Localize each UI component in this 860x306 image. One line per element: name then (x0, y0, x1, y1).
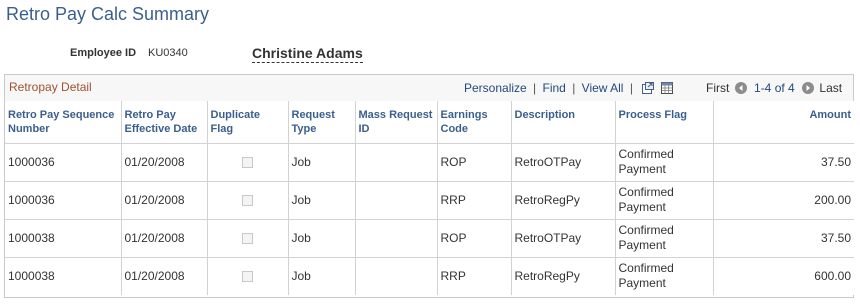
duplicate-flag-checkbox (242, 270, 253, 282)
request-type-cell: Job (288, 143, 356, 182)
view-all-link[interactable]: View All (582, 81, 624, 95)
table-row: 1000036 01/20/2008 Job ROP RetroOTPay Co… (5, 143, 854, 182)
duplicate-flag-checkbox (242, 194, 253, 206)
nav-separator: | (629, 81, 633, 95)
duplicate-flag-cell (207, 257, 289, 295)
mass-request-id-cell (355, 219, 438, 258)
sequence-cell: 1000036 (5, 181, 122, 220)
duplicate-flag-cell (207, 219, 289, 258)
amount-cell: 37.50 (713, 219, 854, 258)
process-flag-cell: Confirmed Payment (615, 143, 714, 182)
duplicate-flag-checkbox (242, 156, 253, 168)
find-link[interactable]: Find (543, 81, 566, 95)
earnings-code-cell: ROP (437, 219, 512, 258)
table-row: 1000038 01/20/2008 Job RRP RetroRegPy Co… (5, 257, 854, 295)
column-header[interactable]: Earnings Code (437, 101, 512, 144)
effective-date-cell: 01/20/2008 (121, 257, 208, 295)
next-arrow-icon[interactable] (802, 82, 815, 94)
process-flag-cell: Confirmed Payment (615, 219, 714, 258)
duplicate-flag-cell (207, 143, 289, 182)
earnings-code-cell: RRP (437, 181, 512, 220)
duplicate-flag-checkbox (242, 232, 253, 244)
table-header-row: Retro Pay Sequence Number Retro Pay Effe… (5, 101, 854, 144)
employee-id-value: KU0340 (148, 47, 188, 59)
column-header[interactable]: Retro Pay Sequence Number (5, 101, 122, 144)
nav-separator: | (533, 81, 537, 95)
process-flag-cell: Confirmed Payment (615, 257, 714, 295)
mass-request-id-cell (355, 257, 438, 295)
last-label[interactable]: Last (819, 81, 842, 95)
employee-id-label: Employee ID (70, 47, 137, 59)
nav-separator: | (572, 81, 576, 95)
description-cell: RetroOTPay (511, 143, 616, 182)
column-header[interactable]: Amount (713, 101, 854, 144)
effective-date-cell: 01/20/2008 (121, 181, 208, 220)
grid-pager: First 1-4 of 4 Last (706, 81, 842, 95)
column-header[interactable]: Request Type (288, 101, 356, 144)
description-cell: RetroRegPy (511, 257, 616, 295)
amount-cell: 37.50 (713, 143, 854, 182)
effective-date-cell: 01/20/2008 (121, 143, 208, 182)
retropay-detail-grid: Retropay Detail Personalize | Find | Vie… (4, 74, 854, 298)
column-header[interactable]: Duplicate Flag (207, 101, 289, 144)
new-window-icon[interactable] (642, 82, 655, 94)
column-header[interactable]: Description (511, 101, 616, 144)
employee-name: Christine Adams (252, 45, 363, 63)
grid-nav: Personalize | Find | View All | (464, 81, 673, 95)
request-type-cell: Job (288, 181, 356, 220)
description-cell: RetroRegPy (511, 181, 616, 220)
column-header[interactable]: Process Flag (615, 101, 714, 144)
retropay-table: Retro Pay Sequence Number Retro Pay Effe… (5, 101, 854, 295)
amount-cell: 200.00 (713, 181, 854, 220)
request-type-cell: Job (288, 219, 356, 258)
table-row: 1000036 01/20/2008 Job RRP RetroRegPy Co… (5, 181, 854, 220)
mass-request-id-cell (355, 181, 438, 220)
first-label[interactable]: First (706, 81, 729, 95)
mass-request-id-cell (355, 143, 438, 182)
table-row: 1000038 01/20/2008 Job ROP RetroOTPay Co… (5, 219, 854, 258)
request-type-cell: Job (288, 257, 356, 295)
personalize-link[interactable]: Personalize (464, 81, 527, 95)
sequence-cell: 1000038 (5, 219, 122, 258)
column-header[interactable]: Mass Request ID (355, 101, 438, 144)
column-header[interactable]: Retro Pay Effective Date (121, 101, 208, 144)
grid-title: Retropay Detail (9, 80, 92, 94)
description-cell: RetroOTPay (511, 219, 616, 258)
duplicate-flag-cell (207, 181, 289, 220)
effective-date-cell: 01/20/2008 (121, 219, 208, 258)
sequence-cell: 1000038 (5, 257, 122, 295)
earnings-code-cell: ROP (437, 143, 512, 182)
spreadsheet-download-icon[interactable] (660, 82, 673, 94)
earnings-code-cell: RRP (437, 257, 512, 295)
row-range: 1-4 of 4 (754, 81, 795, 95)
process-flag-cell: Confirmed Payment (615, 181, 714, 220)
previous-arrow-icon[interactable] (734, 82, 747, 94)
sequence-cell: 1000036 (5, 143, 122, 182)
amount-cell: 600.00 (713, 257, 854, 295)
page-title: Retro Pay Calc Summary (6, 4, 210, 24)
grid-header-bar: Retropay Detail Personalize | Find | Vie… (5, 75, 853, 102)
